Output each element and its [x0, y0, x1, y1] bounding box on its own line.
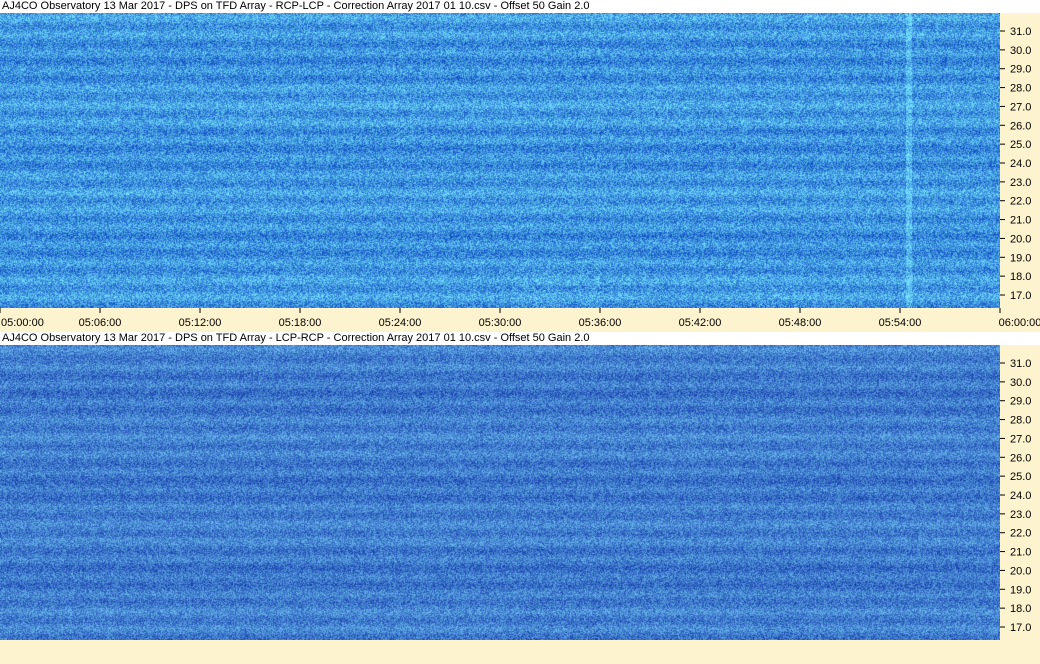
top-time-label: 05:12:00 — [179, 317, 222, 329]
top-freq-label: 21.0 — [1010, 215, 1031, 227]
top-freq-label: 31.0 — [1010, 26, 1031, 38]
top-time-label: 05:24:00 — [379, 317, 422, 329]
bottom-freq-label: 23.0 — [1010, 509, 1031, 521]
bottom-freq-label: 26.0 — [1010, 452, 1031, 464]
bottom-freq-label: 28.0 — [1010, 415, 1031, 427]
bottom-freq-label: 31.0 — [1010, 358, 1031, 370]
top-freq-label: 24.0 — [1010, 158, 1031, 170]
top-time-label: 05:54:00 — [879, 317, 922, 329]
top-freq-label: 23.0 — [1010, 177, 1031, 189]
top-freq-label: 28.0 — [1010, 83, 1031, 95]
time-axis-top: 05:00:00 05:06:00 05:12:00 05:18:00 05:24:00… — [0, 308, 1040, 332]
frequency-axis-top: 31.0 30.0 29.0 28.0 27.0 26.0 25.0 24.0 23.0 22.0… — [1000, 13, 1040, 308]
bottom-freq-label: 29.0 — [1010, 396, 1031, 408]
top-freq-label: 26.0 — [1010, 120, 1031, 132]
top-time-label: 06:00:00 — [999, 317, 1040, 329]
bottom-freq-label: 20.0 — [1010, 565, 1031, 577]
bottom-freq-label: 18.0 — [1010, 603, 1031, 615]
bottom-freq-label: 22.0 — [1010, 528, 1031, 540]
top-freq-label: 20.0 — [1010, 233, 1031, 245]
bottom-freq-label: 17.0 — [1010, 622, 1031, 634]
top-freq-label: 17.0 — [1010, 290, 1031, 302]
top-time-label: 05:06:00 — [79, 317, 122, 329]
top-time-label: 05:36:00 — [579, 317, 622, 329]
top-freq-label: 29.0 — [1010, 64, 1031, 76]
top-freq-label: 25.0 — [1010, 139, 1031, 151]
top-time-label: 05:18:00 — [279, 317, 322, 329]
time-axis-bottom — [0, 640, 1040, 664]
top-freq-label: 18.0 — [1010, 271, 1031, 283]
bottom-freq-label: 24.0 — [1010, 490, 1031, 502]
top-time-label: 05:00:00 — [1, 317, 44, 329]
bottom-freq-label: 19.0 — [1010, 584, 1031, 596]
top-time-label: 05:48:00 — [779, 317, 822, 329]
spectrogram-title-bottom: AJ4CO Observatory 13 Mar 2017 - DPS on T… — [0, 332, 1040, 345]
top-time-label: 05:30:00 — [479, 317, 522, 329]
top-time-label: 05:42:00 — [679, 317, 722, 329]
top-freq-label: 22.0 — [1010, 196, 1031, 208]
top-freq-label: 30.0 — [1010, 45, 1031, 57]
bottom-freq-label: 27.0 — [1010, 433, 1031, 445]
spectrogram-lcp-rcp[interactable] — [0, 345, 1000, 640]
bottom-freq-label: 21.0 — [1010, 547, 1031, 559]
bottom-freq-label: 30.0 — [1010, 377, 1031, 389]
top-freq-label: 27.0 — [1010, 101, 1031, 113]
spectrogram-title-top: AJ4CO Observatory 13 Mar 2017 - DPS on T… — [0, 0, 1040, 13]
frequency-axis-bottom: 31.0 30.0 29.0 28.0 27.0 26.0 25.0 24.0 23.0 22.0… — [1000, 345, 1040, 640]
spectrogram-rcp-lcp[interactable] — [0, 13, 1000, 308]
bottom-freq-label: 25.0 — [1010, 471, 1031, 483]
top-freq-label: 19.0 — [1010, 252, 1031, 264]
